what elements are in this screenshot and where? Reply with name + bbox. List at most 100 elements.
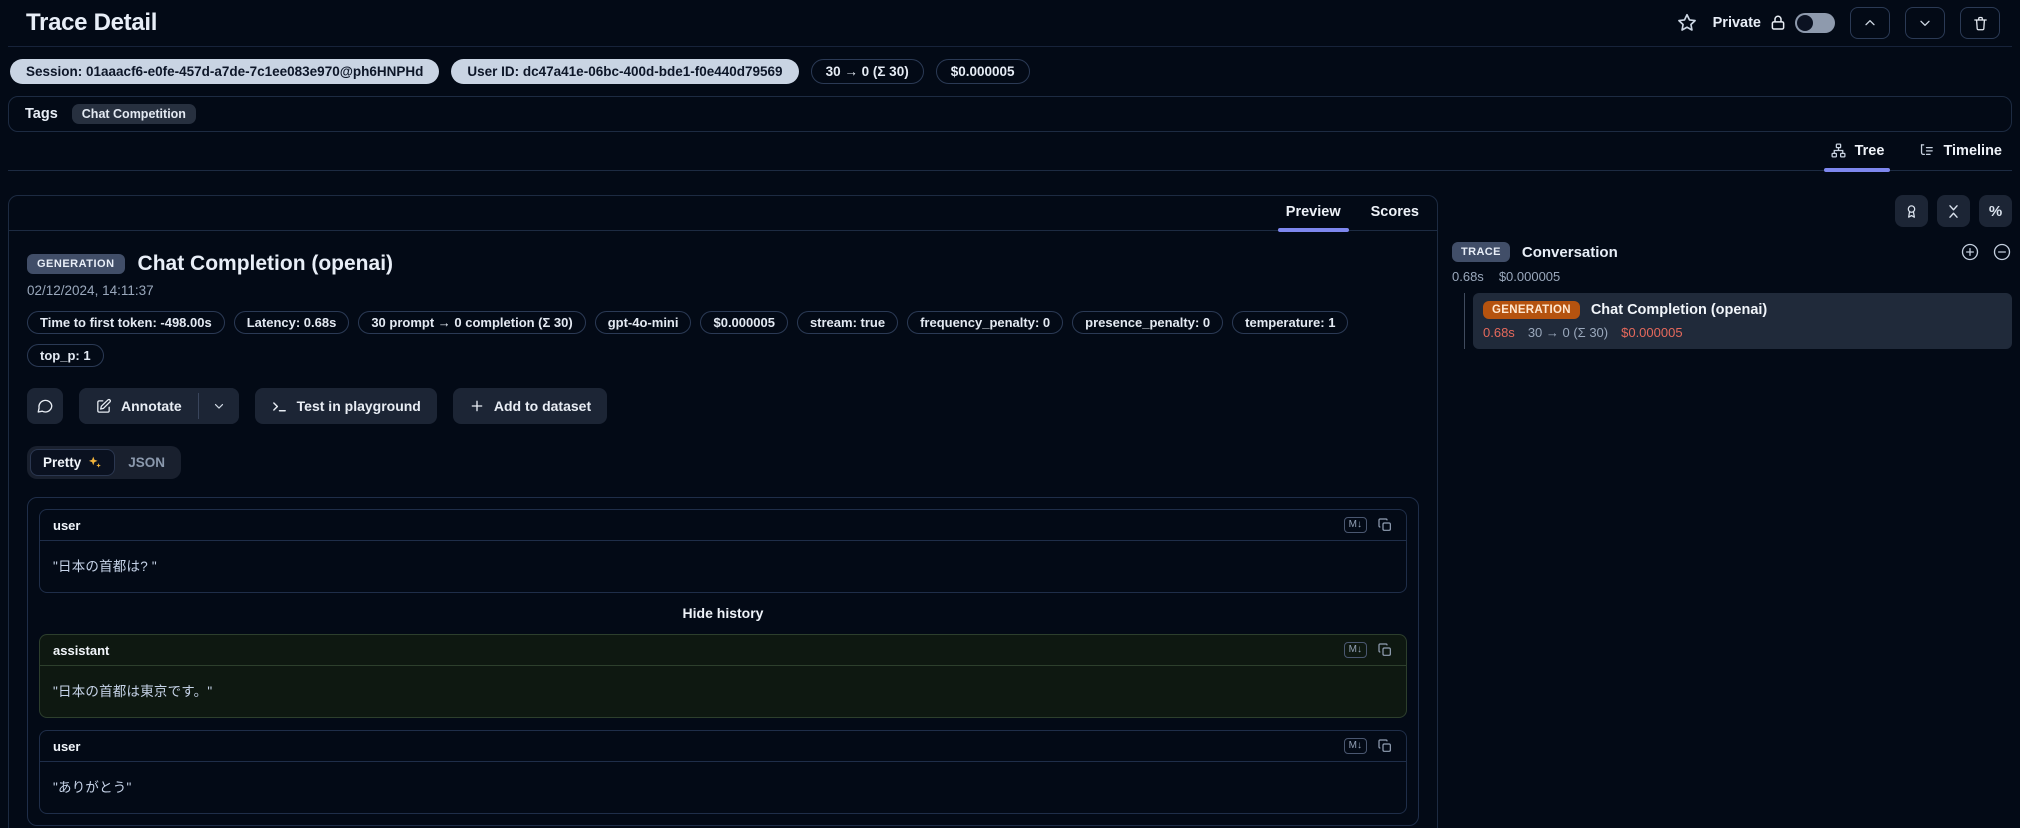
messages-container: user M↓ "日本の首都は? " Hide history assistant M↓ "… <box>27 497 1419 826</box>
comments-button[interactable] <box>27 388 63 424</box>
format-toggle: Pretty JSON <box>27 446 182 479</box>
playground-button[interactable]: Test in playground <box>254 388 437 424</box>
observation-panel: Preview Scores GENERATION Chat Completio… <box>8 195 1438 828</box>
terminal-icon <box>271 398 288 415</box>
message-content: "ありがとう" <box>53 780 132 795</box>
add-to-dataset-button[interactable]: Add to dataset <box>452 388 608 424</box>
trace-detail-page: Trace Detail Private Session: 01aaacf6-e… <box>0 0 2020 828</box>
tree-icon <box>1830 142 1847 159</box>
header-actions: Private <box>1676 7 2000 39</box>
content-area: Preview Scores GENERATION Chat Completio… <box>8 195 2012 828</box>
expand-all-button[interactable] <box>1960 242 1980 262</box>
plus-circle-icon <box>1960 242 1980 262</box>
delete-trace-button[interactable] <box>1960 7 2000 39</box>
pretty-label: Pretty <box>43 455 82 470</box>
annotate-split-button: Annotate <box>79 388 239 424</box>
page-header: Trace Detail Private <box>8 0 2012 47</box>
chevron-down-icon <box>212 399 226 413</box>
observation-timestamp: 02/12/2024, 14:11:37 <box>27 283 154 298</box>
generation-node-title: Chat Completion (openai) <box>1590 302 1768 318</box>
privacy-control: Private <box>1713 13 1835 33</box>
previous-trace-button[interactable] <box>1850 7 1890 39</box>
tab-tree[interactable]: Tree <box>1823 142 1891 172</box>
user-id-badge[interactable]: User ID: dc47a41e-06bc-400d-bde1-f0e440d… <box>451 59 799 84</box>
privacy-label: Private <box>1712 15 1761 31</box>
lock-icon <box>1769 14 1787 32</box>
page-title: Trace Detail <box>26 9 158 36</box>
trace-type-badge: TRACE <box>1452 242 1510 262</box>
message-content: "日本の首都は東京です。" <box>53 684 213 699</box>
copy-icon[interactable] <box>1377 517 1393 533</box>
message-role: assistant <box>53 642 110 658</box>
message-header: assistant M↓ <box>40 635 1406 666</box>
tags-label: Tags <box>25 106 58 122</box>
collapse-tree-button[interactable] <box>1992 242 2012 262</box>
annotate-button[interactable]: Annotate <box>79 388 198 424</box>
generation-node-metrics: 0.68s 30 → 0 (Σ 30) $0.000005 <box>1483 325 2002 340</box>
message-content: "日本の首都は? " <box>53 559 157 574</box>
tag-chip[interactable]: Chat Competition <box>71 104 196 124</box>
copy-icon[interactable] <box>1377 642 1393 658</box>
actions-row: Annotate Test in playground Add to datas… <box>27 388 1419 424</box>
tab-preview[interactable]: Preview <box>1277 204 1349 232</box>
message-header: user M↓ <box>40 731 1406 762</box>
tab-timeline-label: Timeline <box>1943 142 2002 159</box>
tab-tree-label: Tree <box>1854 142 1885 159</box>
annotate-dropdown-button[interactable] <box>198 388 239 424</box>
trace-tree-panel: % TRACE Conversation 0.68s $0.000005 GEN… <box>1452 195 2012 349</box>
message-header: user M↓ <box>40 510 1406 541</box>
param-badge: gpt-4o-mini <box>594 311 692 334</box>
session-badge[interactable]: Session: 01aaacf6-e0fe-457d-a7de-7c1ee08… <box>10 59 440 84</box>
privacy-toggle[interactable] <box>1795 13 1835 33</box>
param-badge: $0.000005 <box>700 311 788 334</box>
observation-heading: GENERATION Chat Completion (openai) <box>27 252 1419 276</box>
node-cost: $0.000005 <box>1621 325 1683 340</box>
fold-vertical-icon <box>1945 203 1962 220</box>
markdown-icon[interactable]: M↓ <box>1343 642 1367 658</box>
markdown-icon[interactable]: M↓ <box>1343 517 1367 533</box>
trace-stats: 0.68s $0.000005 <box>1452 269 2012 284</box>
tags-bar: Tags Chat Competition <box>8 96 2012 132</box>
hide-history-button[interactable]: Hide history <box>39 593 1407 634</box>
format-pretty-button[interactable]: Pretty <box>30 449 116 476</box>
award-icon <box>1903 203 1920 220</box>
message-role: user <box>53 738 81 754</box>
param-badge: frequency_penalty: 0 <box>907 311 1064 334</box>
observation-type-badge: GENERATION <box>27 254 125 274</box>
tab-timeline[interactable]: Timeline <box>1916 142 2004 170</box>
message-card: user M↓ "ありがとう" <box>39 730 1407 814</box>
markdown-icon[interactable]: M↓ <box>1343 738 1367 754</box>
param-badge: Time to first token: -498.00s <box>27 311 225 334</box>
bookmark-star-button[interactable] <box>1676 12 1698 34</box>
trace-title: Conversation <box>1521 243 1618 261</box>
collapse-all-button[interactable] <box>1937 195 1970 227</box>
message-card: assistant M↓ "日本の首都は東京です。" <box>39 634 1407 718</box>
minus-circle-icon <box>1992 242 2012 262</box>
star-icon <box>1676 12 1698 34</box>
comment-icon <box>36 397 54 415</box>
generation-node[interactable]: GENERATION Chat Completion (openai) 0.68… <box>1473 293 2012 349</box>
tab-scores[interactable]: Scores <box>1371 204 1419 230</box>
token-usage-badge: 30 → 0 (Σ 30) <box>810 59 924 84</box>
param-badges: Time to first token: -498.00s Latency: 0.… <box>27 311 1372 367</box>
next-trace-button[interactable] <box>1905 7 1945 39</box>
percent-icon: % <box>1988 202 2003 220</box>
toggle-knob <box>1797 15 1813 31</box>
trace-root-row[interactable]: TRACE Conversation <box>1452 242 2012 262</box>
param-badge: stream: true <box>796 311 899 334</box>
show-scores-button[interactable] <box>1895 195 1928 227</box>
panel-tab-bar: Preview Scores <box>9 196 1437 232</box>
trace-latency: 0.68s <box>1452 269 1484 284</box>
view-tab-bar: Tree Timeline <box>8 142 2012 172</box>
param-badge: temperature: 1 <box>1232 311 1349 334</box>
tree-toolbar: % <box>1452 195 2012 227</box>
copy-icon[interactable] <box>1377 738 1393 754</box>
sparkles-icon <box>87 455 102 470</box>
param-badge: presence_penalty: 0 <box>1072 311 1224 334</box>
show-metrics-button[interactable]: % <box>1979 195 2012 227</box>
pen-square-icon <box>95 398 112 415</box>
generation-type-badge: GENERATION <box>1483 301 1580 319</box>
trace-meta-row: Session: 01aaacf6-e0fe-457d-a7de-7c1ee08… <box>8 47 2012 94</box>
observation-title: Chat Completion (openai) <box>137 252 394 275</box>
format-json-button[interactable]: JSON <box>115 449 178 476</box>
